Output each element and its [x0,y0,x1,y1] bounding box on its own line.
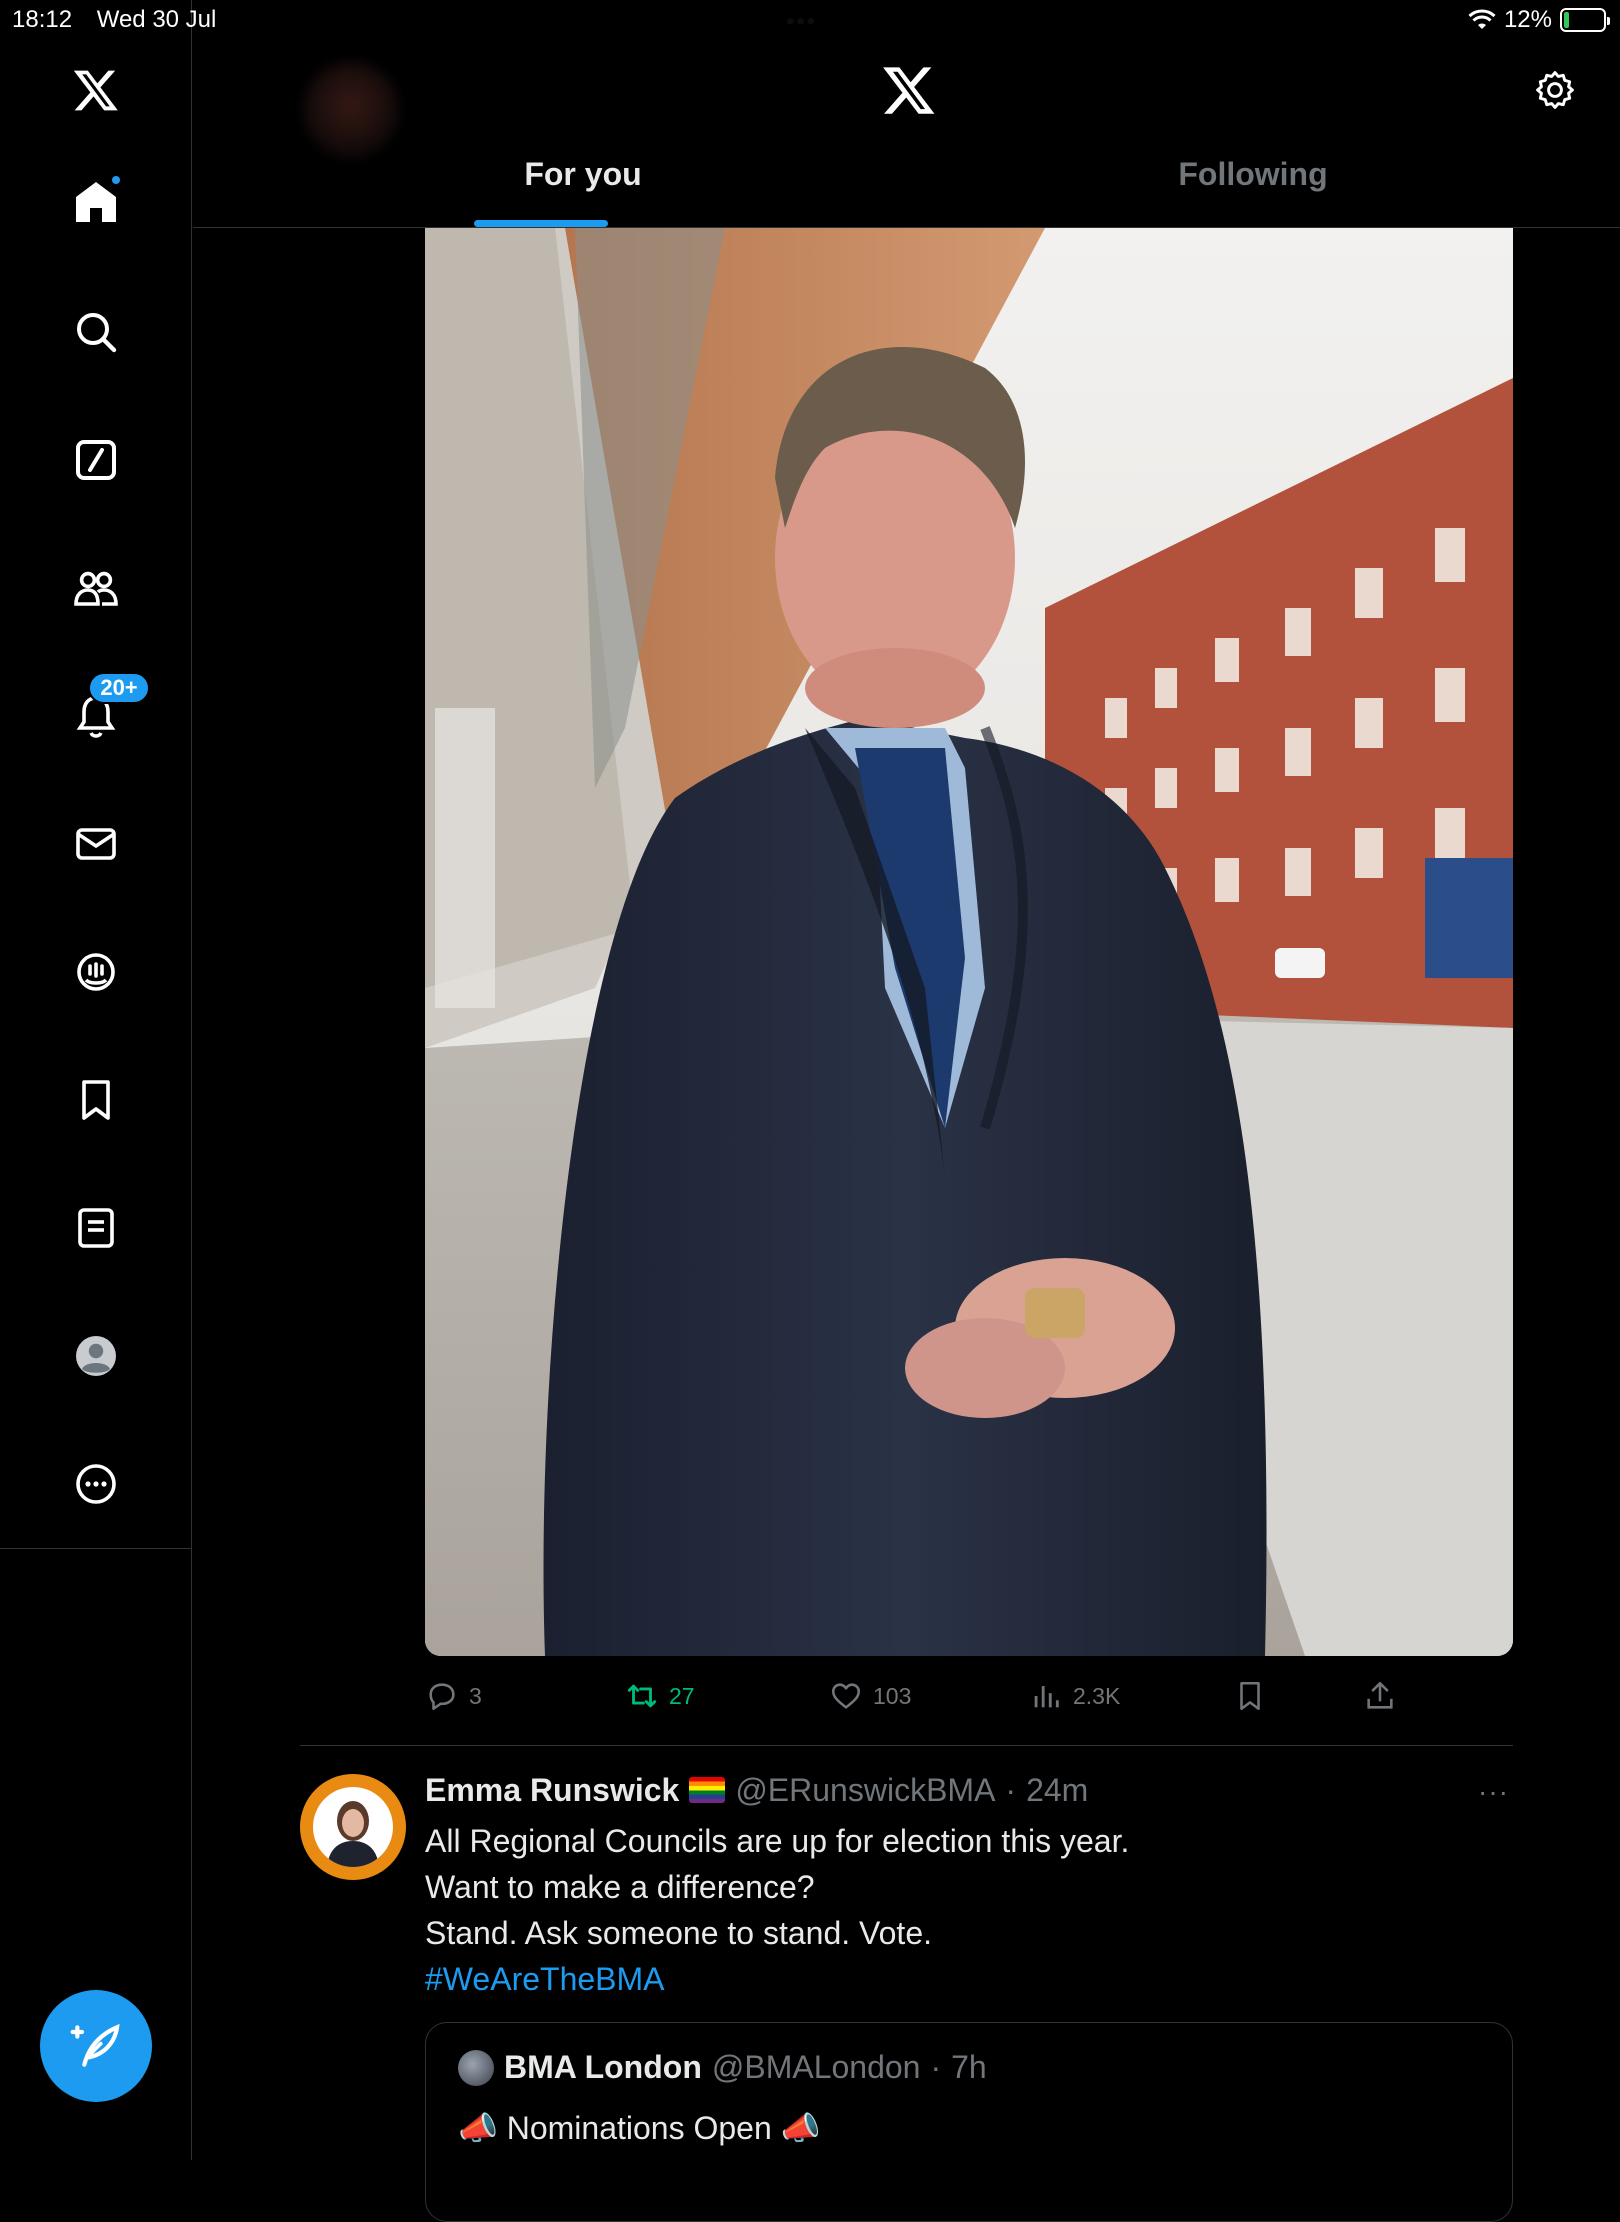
avatar-icon[interactable] [66,1326,126,1386]
quoted-time: 7h [951,2049,987,2085]
wifi-icon [1468,9,1496,29]
tab-for-you[interactable]: For you [473,156,693,216]
battery-icon [1560,8,1610,32]
share-icon [1367,1681,1393,1709]
active-tab-indicator [474,220,608,227]
battery-percent: 12% [1503,6,1552,33]
list-icon[interactable] [66,1198,126,1258]
tweet-time[interactable]: 24m [1026,1772,1088,1809]
repost-button[interactable]: 27 [625,1670,695,1722]
reply-icon [429,1683,455,1711]
hashtag-link[interactable]: #WeAreTheBMA [425,1956,1505,2002]
views-button[interactable]: 2.3K [1029,1670,1120,1722]
post-image[interactable] [425,228,1513,1656]
bookmark-icon [1240,1681,1260,1711]
battery-fill [1564,12,1570,28]
like-button[interactable]: 103 [829,1670,911,1722]
author-name[interactable]: Emma Runswick [425,1772,679,1809]
home-icon[interactable] [66,172,126,232]
heart-icon [831,1683,861,1709]
header-blurred-avatar [303,62,399,158]
quoted-author-name: BMA London [504,2049,702,2085]
repost-icon [627,1684,657,1708]
status-right: 12% [1468,6,1610,34]
tweet-line: All Regional Councils are up for electio… [425,1823,1130,1859]
quoted-avatar [458,2049,494,2086]
quoted-author-handle: @BMALondon [711,2049,921,2085]
sidebar: 20+ [0,0,192,2160]
tweet-line: Stand. Ask someone to stand. Vote. [425,1915,932,1951]
post-action-bar: 3 27 103 2.3K [425,1670,1513,1722]
like-count: 103 [873,1682,912,1709]
tweet-header: Emma Runswick @ERunswickBMA · 24m [425,1768,1088,1812]
bookmark-icon[interactable] [66,1070,126,1130]
x-logo-icon[interactable] [881,62,937,118]
avatar[interactable] [300,1774,406,1880]
compose-feather-icon [70,2023,120,2067]
mail-icon[interactable] [66,814,126,874]
spaces-icon[interactable] [66,942,126,1002]
views-icon [1034,1686,1059,1708]
tweet-line: Want to make a difference? [425,1869,815,1905]
post-photo-illustration [425,228,1513,1656]
sidebar-divider [0,1548,192,1549]
bookmark-post-button[interactable] [1233,1670,1267,1722]
quoted-tweet-header: BMA London @BMALondon · 7h [458,2049,987,2086]
repost-count: 27 [669,1682,695,1709]
people-icon[interactable] [66,558,126,618]
status-time: 18:12 [12,6,73,33]
quoted-separator: · [930,2049,942,2085]
gear-icon[interactable] [1533,68,1577,112]
compose-button[interactable] [40,1990,152,2102]
more-circle-icon[interactable] [66,1454,126,1514]
share-button[interactable] [1363,1670,1397,1722]
author-handle[interactable]: @ERunswickBMA [735,1772,995,1809]
reply-button[interactable]: 3 [425,1670,482,1722]
reply-count: 3 [469,1682,482,1709]
search-icon[interactable] [66,302,126,362]
bell-icon[interactable]: 20+ [66,672,150,746]
notification-badge: 20+ [88,672,150,704]
header-separator: · [1005,1771,1017,1808]
avatar-photo [313,1787,393,1867]
views-count: 2.3K [1073,1682,1121,1709]
post-divider [300,1745,1513,1746]
grok-icon[interactable] [66,430,126,490]
rainbow-flag-icon [689,1777,726,1803]
home-unread-dot [110,174,122,186]
quoted-tweet[interactable]: BMA London @BMALondon · 7h 📣 Nominations… [425,2022,1513,2222]
x-logo-icon[interactable] [66,60,126,120]
tweet-text: All Regional Councils are up for electio… [425,1818,1505,2002]
status-date: Wed 30 Jul [96,6,217,33]
status-left: 18:12 Wed 30 Jul [12,6,234,34]
status-bar: 18:12 Wed 30 Jul 12% [0,0,1620,40]
more-options-icon[interactable]: ··· [1478,1776,1509,1808]
quoted-text: 📣 Nominations Open 📣 [458,2110,821,2146]
tab-following[interactable]: Following [1093,156,1413,216]
